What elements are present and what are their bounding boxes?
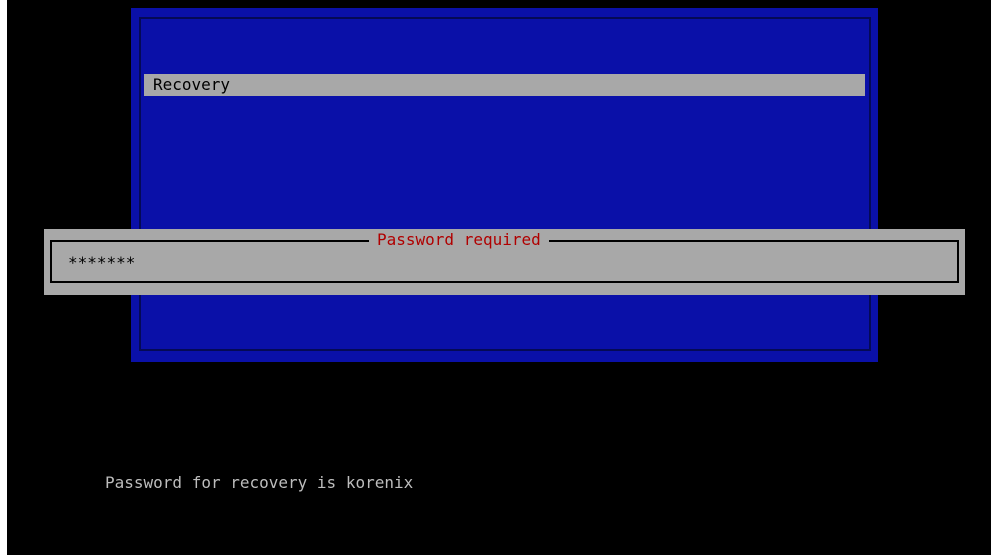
boot-menu-frame (139, 17, 871, 351)
password-input[interactable]: ******* (56, 252, 953, 274)
password-dialog-title: Password required (369, 229, 549, 251)
menu-item-recovery[interactable]: Recovery (144, 74, 865, 96)
password-hint-text: Password for recovery is korenix (105, 473, 414, 492)
